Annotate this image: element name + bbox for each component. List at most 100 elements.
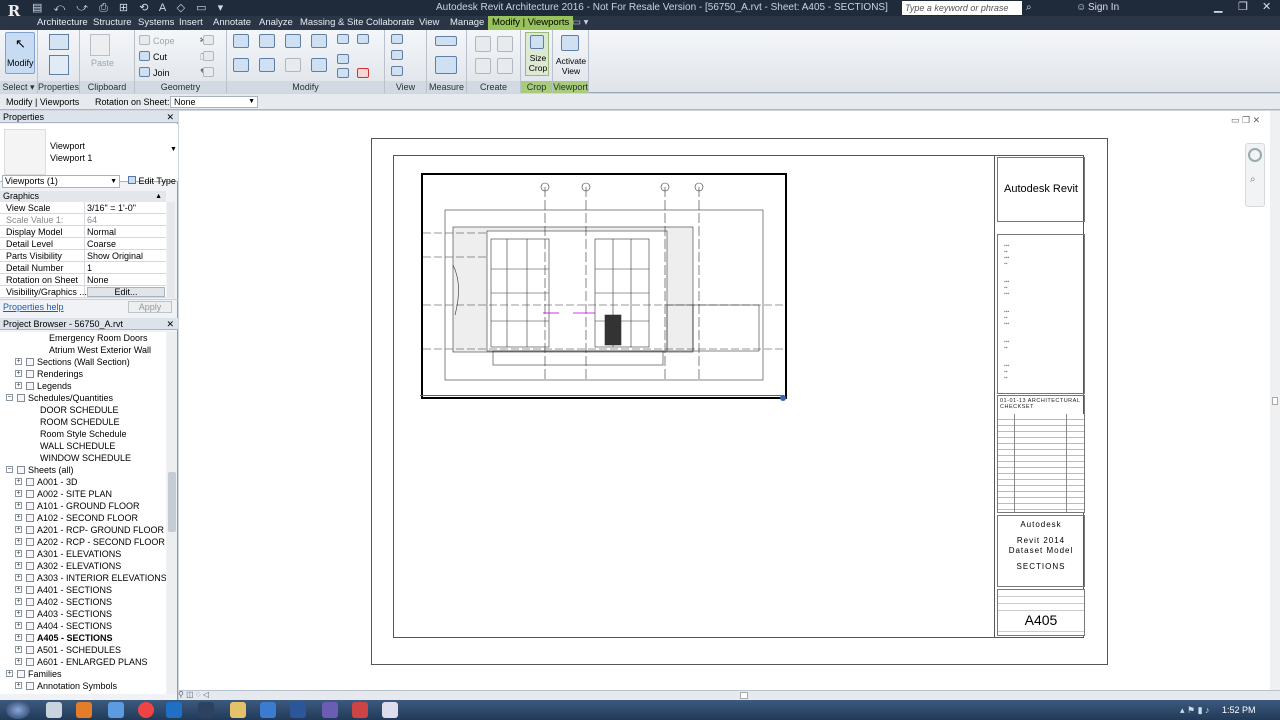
outlook-icon[interactable] bbox=[166, 702, 182, 718]
rotation-on-sheet-field[interactable]: None bbox=[84, 274, 166, 286]
expand-icon[interactable]: + bbox=[15, 382, 22, 389]
mirror-axis-icon[interactable] bbox=[285, 34, 301, 48]
browser-item[interactable]: + A404 - SECTIONS bbox=[0, 620, 166, 632]
collapse-icon[interactable]: − bbox=[6, 466, 13, 473]
paste-icon[interactable] bbox=[90, 34, 110, 56]
expand-icon[interactable]: + bbox=[15, 682, 22, 689]
viewport-grip[interactable] bbox=[780, 395, 786, 401]
view-scale-field[interactable]: 3/16" = 1'-0" bbox=[84, 202, 166, 214]
graphics-group-header[interactable]: Graphics ▲ bbox=[0, 191, 166, 202]
expand-icon[interactable]: + bbox=[15, 598, 22, 605]
zoom-icon[interactable]: ⌕ bbox=[1250, 174, 1256, 185]
display-model-field[interactable]: Normal bbox=[84, 226, 166, 238]
detail-number-field[interactable]: 1 bbox=[84, 262, 166, 274]
browser-item[interactable]: − Schedules/Quantities bbox=[0, 392, 166, 404]
browser-item[interactable]: + Legends bbox=[0, 380, 166, 392]
wall-joins-icon[interactable] bbox=[203, 35, 214, 45]
tab-collaborate[interactable]: Collaborate bbox=[366, 16, 415, 30]
tab-manage[interactable]: Manage bbox=[450, 16, 484, 30]
app-icon-3[interactable] bbox=[352, 702, 368, 718]
browser-item[interactable]: ROOM SCHEDULE bbox=[0, 416, 166, 428]
sign-in-button[interactable]: Sign In bbox=[1088, 2, 1119, 13]
create-group-icon[interactable] bbox=[475, 58, 491, 74]
browser-item[interactable]: Atrium West Exterior Wall bbox=[0, 344, 166, 356]
expand-icon[interactable]: + bbox=[15, 358, 22, 365]
tab-annotate[interactable]: Annotate bbox=[213, 16, 251, 30]
copy-element-icon[interactable] bbox=[259, 58, 275, 72]
delete-icon[interactable] bbox=[357, 68, 369, 78]
expand-icon[interactable]: + bbox=[15, 478, 22, 485]
browser-item[interactable]: + A201 - RCP- GROUND FLOOR bbox=[0, 524, 166, 536]
measure-icon[interactable] bbox=[435, 36, 457, 46]
split-icon[interactable] bbox=[337, 34, 349, 44]
browser-item[interactable]: + A102 - SECOND FLOOR bbox=[0, 512, 166, 524]
detail-level-field[interactable]: Coarse bbox=[84, 238, 166, 250]
linework-icon[interactable] bbox=[391, 66, 403, 76]
view-window-controls[interactable]: ▭ ❐ ✕ bbox=[1231, 115, 1260, 126]
tab-structure[interactable]: Structure bbox=[93, 16, 132, 30]
browser-item[interactable]: + A002 - SITE PLAN bbox=[0, 488, 166, 500]
app-icon-4[interactable] bbox=[382, 702, 398, 718]
tab-massing-site[interactable]: Massing & Site bbox=[300, 16, 363, 30]
tab-analyze[interactable]: Analyze bbox=[259, 16, 293, 30]
chrome-icon[interactable] bbox=[138, 702, 154, 718]
window-controls[interactable]: ▁ ❐ ✕ bbox=[1210, 0, 1280, 16]
edit-type-button[interactable]: Edit Type bbox=[128, 176, 176, 186]
activate-view-icon[interactable] bbox=[561, 35, 579, 51]
type-selector[interactable]: Viewport Viewport 1 ▼ bbox=[0, 124, 178, 182]
browser-item[interactable]: + A101 - GROUND FLOOR bbox=[0, 500, 166, 512]
visibility-graphics-edit-button[interactable]: Edit... bbox=[87, 287, 165, 297]
system-tray[interactable]: ▴ ⚑ ▮ ♪ bbox=[1180, 705, 1210, 716]
properties-help-link[interactable]: Properties help bbox=[3, 302, 64, 312]
browser-item[interactable]: DOOR SCHEDULE bbox=[0, 404, 166, 416]
browser-item[interactable]: + Annotation Symbols bbox=[0, 680, 166, 692]
element-filter-select[interactable]: Viewports (1) ▼ bbox=[2, 175, 120, 188]
scrollbar-thumb[interactable] bbox=[1272, 397, 1278, 405]
activate-view-button[interactable]: Activate View bbox=[553, 56, 589, 76]
scale-icon[interactable] bbox=[337, 68, 349, 78]
revit-icon[interactable] bbox=[198, 702, 214, 718]
tab-architecture[interactable]: Architecture bbox=[37, 16, 88, 30]
expand-icon[interactable]: + bbox=[15, 634, 22, 641]
browser-item[interactable]: + A302 - ELEVATIONS bbox=[0, 560, 166, 572]
drawing-area[interactable]: ▭ ❐ ✕ ⌕ Autodesk Revit ▪▪▪ ▪▪ ▪▪▪ ▪▪ ▪▪▪ ▪▪ ▪▪… bbox=[179, 111, 1270, 690]
app-icon[interactable] bbox=[260, 702, 276, 718]
browser-item[interactable]: WALL SCHEDULE bbox=[0, 440, 166, 452]
hide-in-view-icon[interactable] bbox=[391, 34, 403, 44]
paint-icon[interactable] bbox=[203, 67, 214, 77]
expand-icon[interactable]: + bbox=[15, 562, 22, 569]
minimize-icon[interactable]: ▁ bbox=[1214, 0, 1222, 13]
browser-item[interactable]: + A402 - SECTIONS bbox=[0, 596, 166, 608]
tab-systems[interactable]: Systems bbox=[138, 16, 174, 30]
close-icon[interactable]: ✕ bbox=[166, 318, 174, 330]
clock[interactable]: 1:52 PM bbox=[1222, 705, 1256, 715]
tab-view[interactable]: View bbox=[419, 16, 439, 30]
app-icon-2[interactable] bbox=[322, 702, 338, 718]
properties-icon[interactable] bbox=[49, 55, 69, 75]
search-input[interactable]: Type a keyword or phrase bbox=[902, 1, 1022, 15]
explorer-icon[interactable] bbox=[46, 702, 62, 718]
expand-icon[interactable]: + bbox=[15, 370, 22, 377]
expand-icon[interactable]: + bbox=[15, 550, 22, 557]
type-properties-icon[interactable] bbox=[49, 34, 69, 50]
rotation-select[interactable]: None ▼ bbox=[170, 96, 258, 108]
close-icon[interactable]: ✕ bbox=[166, 111, 174, 123]
browser-item[interactable]: + A403 - SECTIONS bbox=[0, 608, 166, 620]
create-parts-icon[interactable] bbox=[497, 36, 513, 52]
browser-item[interactable]: WINDOW SCHEDULE bbox=[0, 452, 166, 464]
array-icon[interactable] bbox=[337, 54, 349, 64]
modify-button[interactable]: ↖ Modify bbox=[5, 32, 35, 74]
view-controls[interactable]: ⚲ ◫ ◌ ◁ bbox=[178, 690, 258, 700]
folder-icon[interactable] bbox=[230, 702, 246, 718]
quick-access-toolbar[interactable]: ▤ ⤺ ⤻ ⎙ ⊞ ⟲ A ◇ ▭ ▾ bbox=[32, 1, 227, 15]
selected-viewport[interactable] bbox=[421, 173, 787, 399]
cut-button[interactable]: Cut bbox=[153, 52, 167, 62]
expand-icon[interactable]: + bbox=[15, 646, 22, 653]
trim-icon[interactable] bbox=[311, 58, 327, 72]
size-crop-button[interactable]: Size Crop bbox=[525, 32, 549, 76]
browser-item[interactable]: + A405 - SECTIONS bbox=[0, 632, 166, 644]
parts-visibility-field[interactable]: Show Original bbox=[84, 250, 166, 262]
offset-icon[interactable] bbox=[259, 34, 275, 48]
tab-modify-viewports[interactable]: Modify | Viewports bbox=[488, 16, 574, 30]
expand-icon[interactable]: + bbox=[15, 586, 22, 593]
